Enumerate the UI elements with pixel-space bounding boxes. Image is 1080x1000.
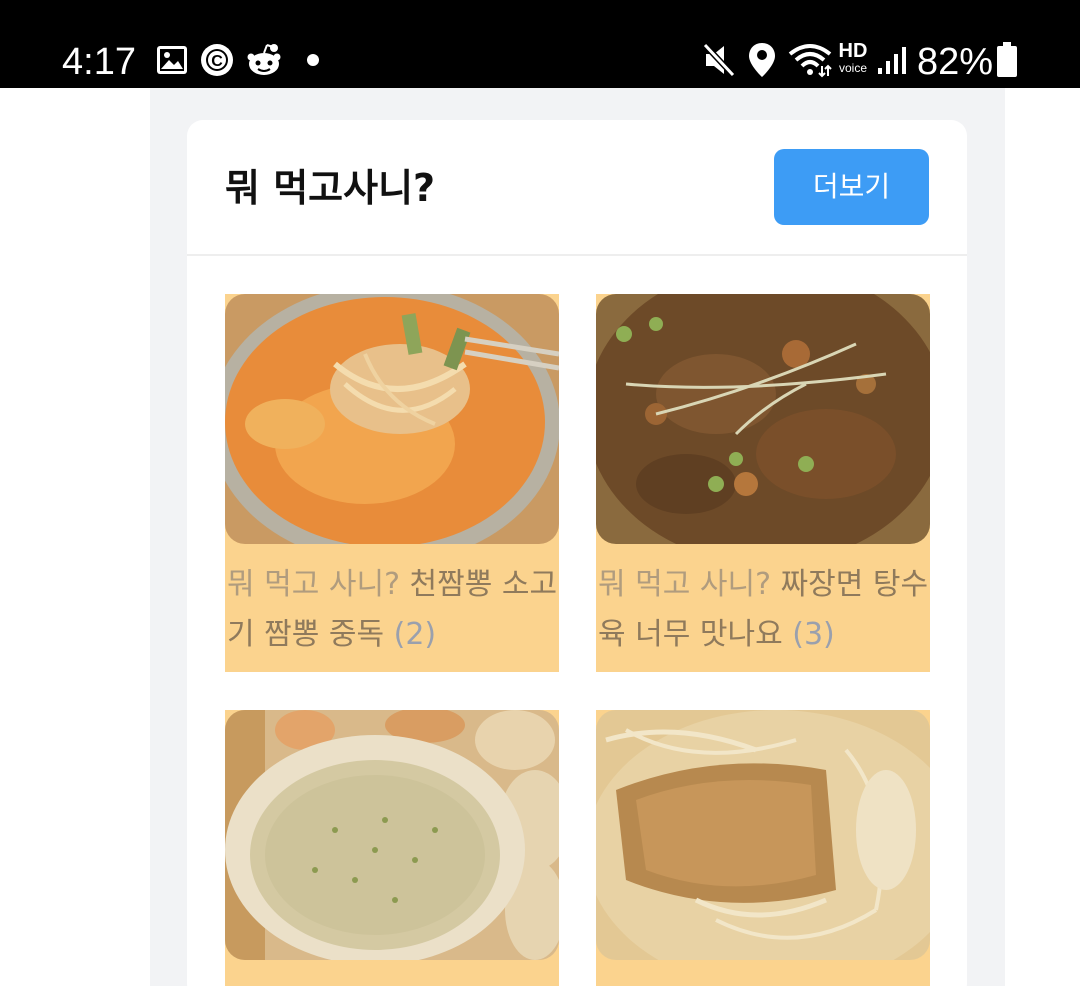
dot-icon — [307, 54, 319, 66]
comment-count: (3) — [792, 617, 835, 652]
black-bean-noodle-photo — [596, 294, 930, 544]
post-category: 뭐 먹고 사니? — [227, 567, 400, 602]
comment-count: (2) — [393, 617, 437, 652]
mute-icon — [702, 42, 736, 78]
c-badge-icon: C — [201, 44, 233, 76]
board-card: 뭐 먹고사니? 더보기 뭐 먹고 사니? 천짬뽕 소고기 짬뽕 중독 (2) 뭐… — [187, 120, 967, 1000]
post-thumbnail[interactable] — [225, 294, 559, 544]
post-thumbnail[interactable] — [596, 710, 930, 960]
battery-icon — [997, 42, 1017, 77]
post-item[interactable] — [225, 710, 559, 986]
divider — [187, 254, 967, 256]
reddit-icon — [247, 44, 281, 75]
post-thumbnail[interactable] — [596, 294, 930, 544]
post-caption[interactable]: 뭐 먹고 사니? 천짬뽕 소고기 짬뽕 중독 (2) — [227, 560, 559, 660]
card-title: 뭐 먹고사니? — [225, 166, 436, 210]
location-icon — [749, 43, 775, 77]
status-time: 4:17 — [62, 41, 136, 83]
post-item[interactable] — [596, 710, 930, 986]
more-button[interactable]: 더보기 — [774, 149, 929, 225]
battery-percent: 82% — [917, 41, 994, 83]
wifi-icon — [788, 44, 832, 78]
post-thumbnail[interactable] — [225, 710, 559, 960]
voice-label: voice — [838, 61, 867, 75]
signal-icon — [878, 47, 906, 74]
hd-voice-icon: HD voice — [834, 41, 872, 79]
post-caption[interactable]: 뭐 먹고 사니? 짜장면 탕수육 너무 맛나요 (3) — [598, 560, 930, 660]
post-item[interactable]: 뭐 먹고 사니? 천짬뽕 소고기 짬뽕 중독 (2) — [225, 294, 559, 672]
status-bar: 4:17 C HD voice 82% — [0, 0, 1080, 88]
svg-text:C: C — [211, 53, 223, 70]
pork-cutlet-soup-photo — [596, 710, 930, 960]
hd-label: HD — [838, 40, 868, 62]
spicy-noodle-soup-photo — [225, 294, 559, 544]
post-category: 뭐 먹고 사니? — [598, 567, 771, 602]
porridge-photo — [225, 710, 559, 960]
post-item[interactable]: 뭐 먹고 사니? 짜장면 탕수육 너무 맛나요 (3) — [596, 294, 930, 672]
gallery-icon — [157, 46, 187, 74]
